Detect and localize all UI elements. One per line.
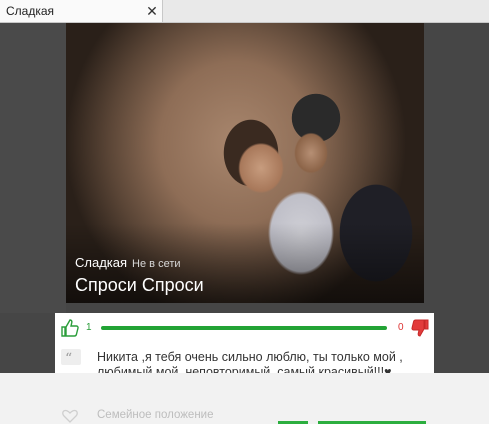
side-strip — [0, 23, 66, 313]
thumbs-up-icon[interactable] — [61, 319, 79, 337]
like-count: 1 — [86, 322, 92, 333]
dislike-count: 0 — [398, 322, 404, 333]
tab-sladkaya[interactable]: Сладкая ✕ — [0, 0, 163, 22]
vote-row: 1 0 — [55, 313, 434, 343]
user-line: Сладкая Не в сети — [75, 255, 181, 270]
answer-panel: 1 0 “ Никита ,я тебя очень сильно люблю,… — [55, 313, 434, 379]
vote-bar-fill — [101, 326, 387, 330]
relationship-label: Семейное положение — [97, 409, 214, 421]
svg-text:“: “ — [65, 351, 72, 365]
heart-icon — [62, 409, 78, 423]
user-name[interactable]: Сладкая — [75, 255, 127, 270]
question-text: Спроси Спроси — [75, 275, 204, 295]
thumbs-down-icon[interactable] — [411, 319, 429, 337]
quote-icon: “ — [61, 349, 81, 365]
tab-bar: Сладкая ✕ — [0, 0, 489, 23]
profile-photo[interactable]: Сладкая Не в сети Спроси Спроси — [66, 23, 424, 303]
next-item-row: Семейное положение — [0, 373, 489, 424]
vote-bar — [101, 326, 387, 330]
user-status: Не в сети — [132, 258, 181, 270]
tab-title: Сладкая — [6, 4, 55, 18]
close-icon[interactable]: ✕ — [144, 3, 160, 19]
